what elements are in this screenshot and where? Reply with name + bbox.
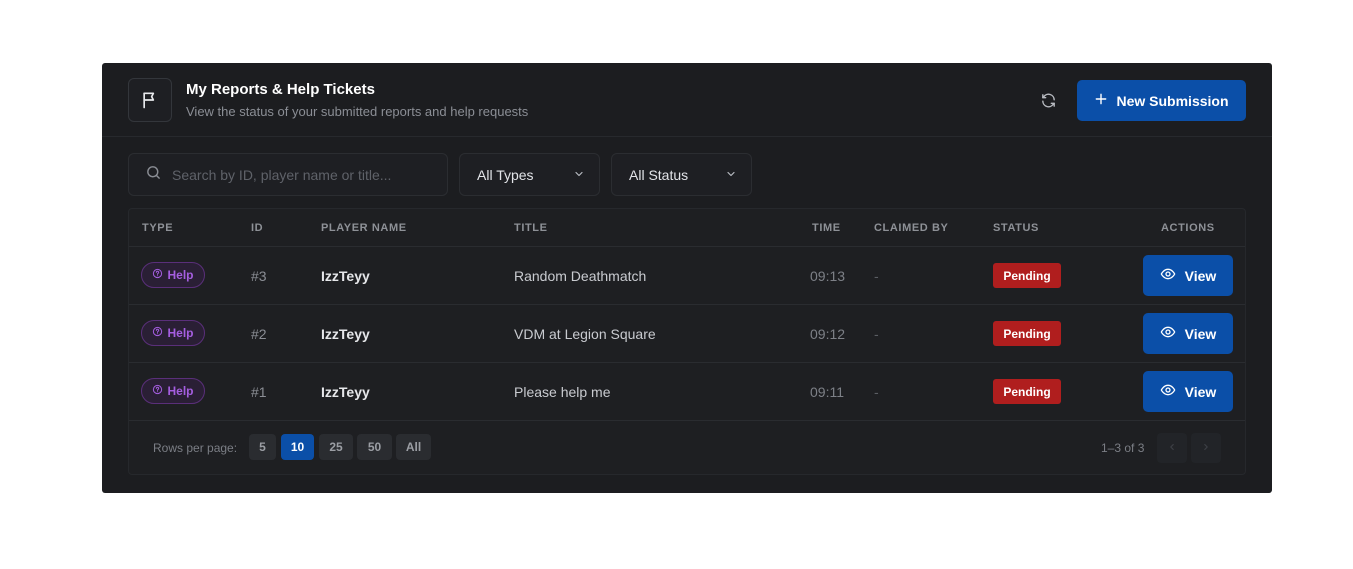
rows-per-page-option-selected[interactable]: 10 bbox=[281, 434, 314, 460]
type-filter-select[interactable]: All Types bbox=[459, 153, 600, 196]
ticket-title: Random Deathmatch bbox=[514, 268, 647, 284]
column-header-time: TIME bbox=[812, 222, 841, 234]
reports-panel: My Reports & Help Tickets View the statu… bbox=[102, 63, 1272, 493]
table-header: TYPE ID PLAYER NAME TITLE TIME CLAIMED B… bbox=[129, 209, 1245, 247]
rows-per-page-label: Rows per page: bbox=[153, 441, 238, 455]
previous-page-button[interactable] bbox=[1157, 433, 1187, 463]
column-header-actions: ACTIONS bbox=[1161, 222, 1215, 234]
player-name: IzzTeyy bbox=[321, 268, 370, 284]
page-title: My Reports & Help Tickets bbox=[186, 81, 375, 98]
plus-icon bbox=[1094, 92, 1108, 109]
claimed-by: - bbox=[874, 326, 879, 342]
column-header-title: TITLE bbox=[514, 222, 548, 234]
ticket-time: 09:13 bbox=[810, 268, 846, 284]
chevron-down-icon bbox=[725, 167, 737, 183]
chevron-down-icon bbox=[573, 167, 585, 183]
ticket-time: 09:12 bbox=[810, 326, 846, 342]
question-circle-icon bbox=[152, 326, 163, 340]
eye-icon bbox=[1160, 382, 1176, 401]
search-input[interactable] bbox=[172, 166, 442, 183]
table-row: Help #3 IzzTeyy Random Deathmatch 09:13 … bbox=[129, 247, 1245, 305]
claimed-by: - bbox=[874, 268, 879, 284]
column-header-status: STATUS bbox=[993, 222, 1039, 234]
ticket-id: #3 bbox=[251, 268, 267, 284]
rows-per-page-option[interactable]: 50 bbox=[357, 434, 392, 460]
view-button[interactable]: View bbox=[1143, 255, 1233, 296]
panel-header: My Reports & Help Tickets View the statu… bbox=[102, 63, 1272, 137]
search-box[interactable] bbox=[128, 153, 448, 196]
column-header-player: PLAYER NAME bbox=[321, 222, 407, 234]
rows-per-page-option[interactable]: 25 bbox=[319, 434, 353, 460]
next-page-button[interactable] bbox=[1191, 433, 1221, 463]
table-row: Help #2 IzzTeyy VDM at Legion Square 09:… bbox=[129, 305, 1245, 363]
ticket-time: 09:11 bbox=[810, 384, 844, 400]
eye-icon bbox=[1160, 266, 1176, 285]
search-icon bbox=[145, 164, 162, 186]
ticket-title: Please help me bbox=[514, 384, 611, 400]
rows-per-page-option[interactable]: 5 bbox=[249, 434, 276, 460]
table-row: Help #1 IzzTeyy Please help me 09:11 - P… bbox=[129, 363, 1245, 421]
flag-icon bbox=[128, 78, 172, 122]
rows-per-page-option[interactable]: All bbox=[396, 434, 431, 460]
ticket-id: #1 bbox=[251, 384, 267, 400]
tickets-table: TYPE ID PLAYER NAME TITLE TIME CLAIMED B… bbox=[128, 208, 1246, 475]
type-badge: Help bbox=[141, 378, 205, 404]
type-badge: Help bbox=[141, 262, 205, 288]
status-badge: Pending bbox=[993, 379, 1061, 404]
column-header-id: ID bbox=[251, 222, 264, 234]
chevron-left-icon bbox=[1167, 439, 1177, 457]
type-badge: Help bbox=[141, 320, 205, 346]
status-filter-select[interactable]: All Status bbox=[611, 153, 752, 196]
view-button[interactable]: View bbox=[1143, 313, 1233, 354]
table-footer: Rows per page: 5 10 25 50 All 1–3 of 3 bbox=[129, 421, 1245, 475]
view-button[interactable]: View bbox=[1143, 371, 1233, 412]
eye-icon bbox=[1160, 324, 1176, 343]
status-filter-value: All Status bbox=[629, 166, 689, 183]
ticket-id: #2 bbox=[251, 326, 267, 342]
question-circle-icon bbox=[152, 384, 163, 398]
claimed-by: - bbox=[874, 384, 879, 400]
refresh-icon[interactable] bbox=[1038, 90, 1058, 110]
pagination-range: 1–3 of 3 bbox=[1101, 441, 1145, 455]
ticket-title: VDM at Legion Square bbox=[514, 326, 656, 342]
new-submission-label: New Submission bbox=[1116, 92, 1229, 109]
page-subtitle: View the status of your submitted report… bbox=[186, 104, 529, 119]
question-circle-icon bbox=[152, 268, 163, 282]
status-badge: Pending bbox=[993, 321, 1061, 346]
type-filter-value: All Types bbox=[477, 166, 534, 183]
new-submission-button[interactable]: New Submission bbox=[1077, 80, 1246, 121]
column-header-claimed: CLAIMED BY bbox=[874, 222, 949, 234]
player-name: IzzTeyy bbox=[321, 384, 370, 400]
status-badge: Pending bbox=[993, 263, 1061, 288]
chevron-right-icon bbox=[1201, 439, 1211, 457]
column-header-type: TYPE bbox=[142, 222, 174, 234]
player-name: IzzTeyy bbox=[321, 326, 370, 342]
